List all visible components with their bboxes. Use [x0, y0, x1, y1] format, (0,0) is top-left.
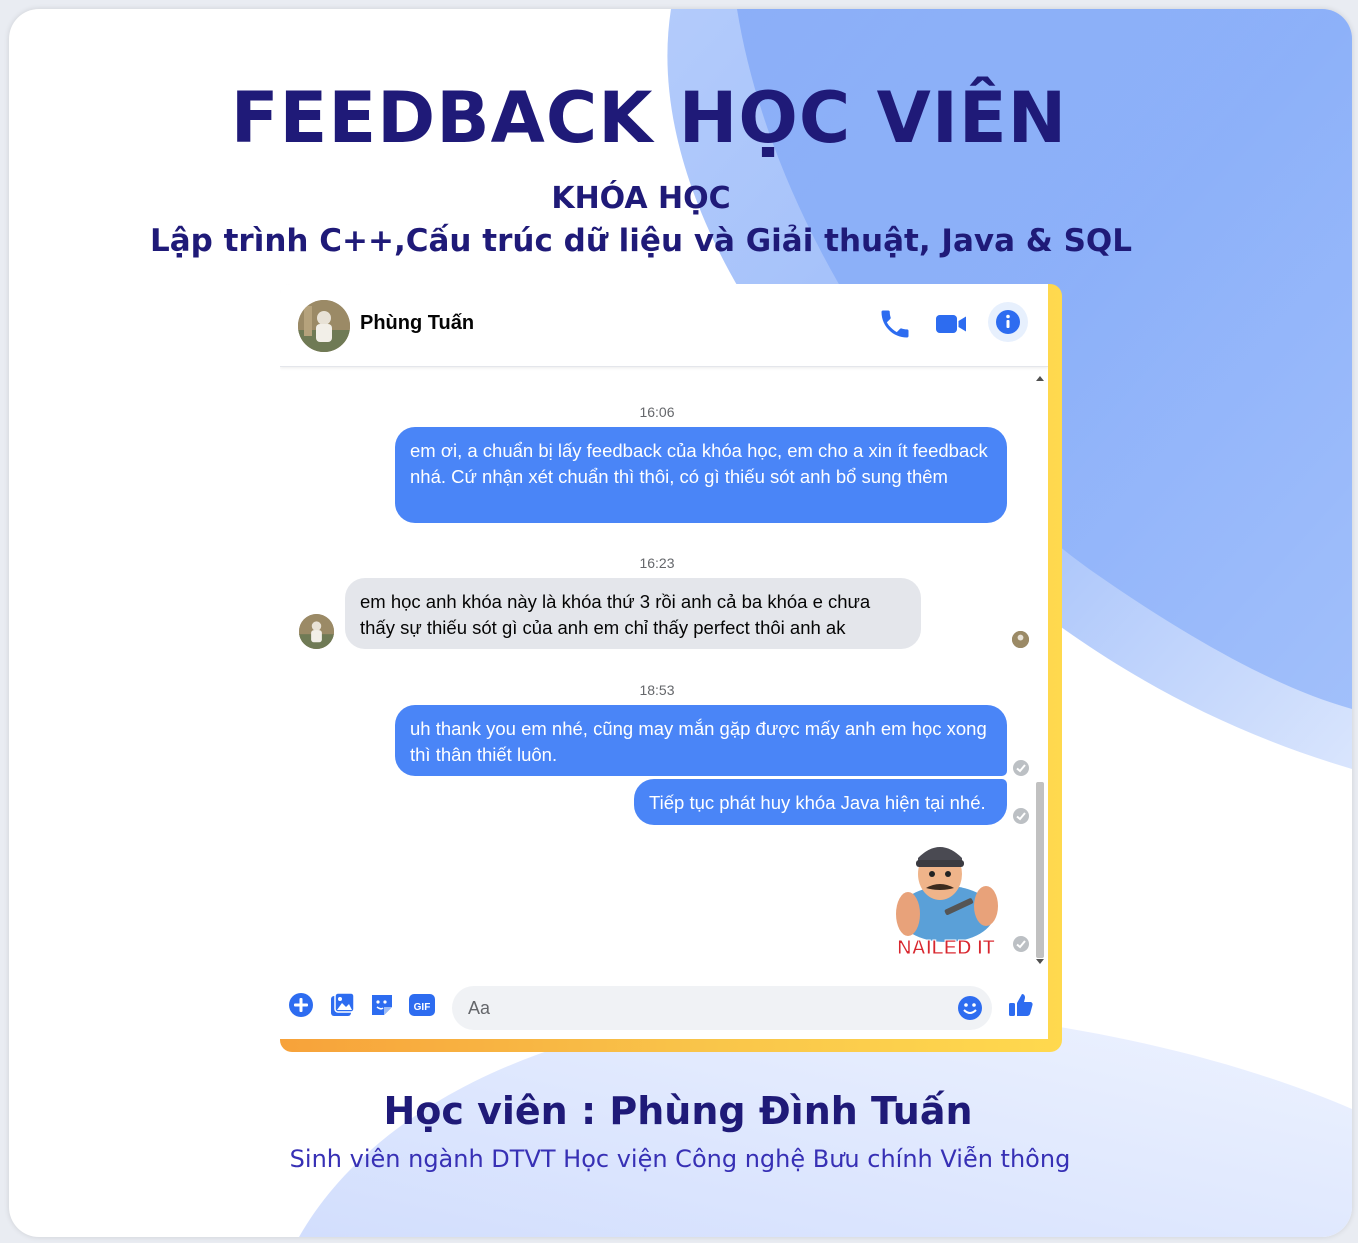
info-button[interactable] — [988, 302, 1028, 342]
gif-label: GIF — [414, 1002, 431, 1013]
page-title: FEEDBACK HỌC VIÊN — [230, 77, 1068, 159]
phone-icon[interactable] — [877, 306, 913, 342]
timestamp: 16:23 — [639, 555, 675, 571]
image-icon[interactable] — [328, 991, 356, 1019]
gif-icon[interactable]: GIF — [408, 991, 436, 1019]
read-receipt-avatar — [1012, 631, 1029, 648]
seen-check-icon — [1013, 808, 1029, 824]
timestamp: 18:53 — [639, 682, 675, 698]
contact-avatar[interactable] — [298, 300, 350, 352]
student-description: Sinh viên ngành DTVT Học viện Công nghệ … — [289, 1145, 1071, 1173]
sticker-text: NAILED IT — [897, 937, 995, 959]
seen-check-icon — [1013, 760, 1029, 776]
seen-check-icon — [1013, 936, 1029, 952]
message-outgoing[interactable]: Tiếp tục phát huy khóa Java hiện tại nhé… — [634, 779, 1007, 825]
contact-name[interactable]: Phùng Tuấn — [360, 312, 474, 335]
nailed-it-sticker[interactable]: NAILED IT — [888, 834, 1008, 964]
course-name: Lập trình C++,Cấu trúc dữ liệu và Giải t… — [149, 223, 1133, 259]
emoji-icon[interactable] — [956, 994, 984, 1022]
thumbs-up-icon[interactable] — [1007, 991, 1035, 1019]
plus-icon[interactable] — [287, 991, 315, 1019]
contact-message-avatar — [299, 614, 334, 649]
message-incoming[interactable]: em học anh khóa này là khóa thứ 3 rồi an… — [345, 578, 921, 649]
timestamp: 16:06 — [639, 404, 675, 420]
messenger-frame: Phùng Tuấn 16:06 em ơi, a chuẩn bị lấy f… — [280, 284, 1062, 1052]
feedback-card: FEEDBACK HỌC VIÊN KHÓA HỌC Lập trình C++… — [9, 9, 1352, 1237]
message-outgoing[interactable]: em ơi, a chuẩn bị lấy feedback của khóa … — [395, 427, 1007, 523]
messenger-window: Phùng Tuấn 16:06 em ơi, a chuẩn bị lấy f… — [280, 284, 1048, 1039]
student-name: Học viên : Phùng Đình Tuấn — [383, 1089, 973, 1133]
video-camera-icon[interactable] — [933, 306, 969, 342]
course-label: KHÓA HỌC — [551, 181, 731, 216]
message-outgoing[interactable]: uh thank you em nhé, cũng may mắn gặp đư… — [395, 705, 1007, 776]
chat-header: Phùng Tuấn — [280, 284, 1048, 367]
sticker-icon[interactable] — [368, 991, 396, 1019]
message-input[interactable]: Aa — [452, 986, 992, 1030]
message-composer: GIF Aa — [280, 976, 1048, 1039]
info-icon — [996, 310, 1020, 334]
message-input-placeholder: Aa — [468, 998, 491, 1018]
scrollbar-thumb[interactable] — [1036, 782, 1044, 958]
